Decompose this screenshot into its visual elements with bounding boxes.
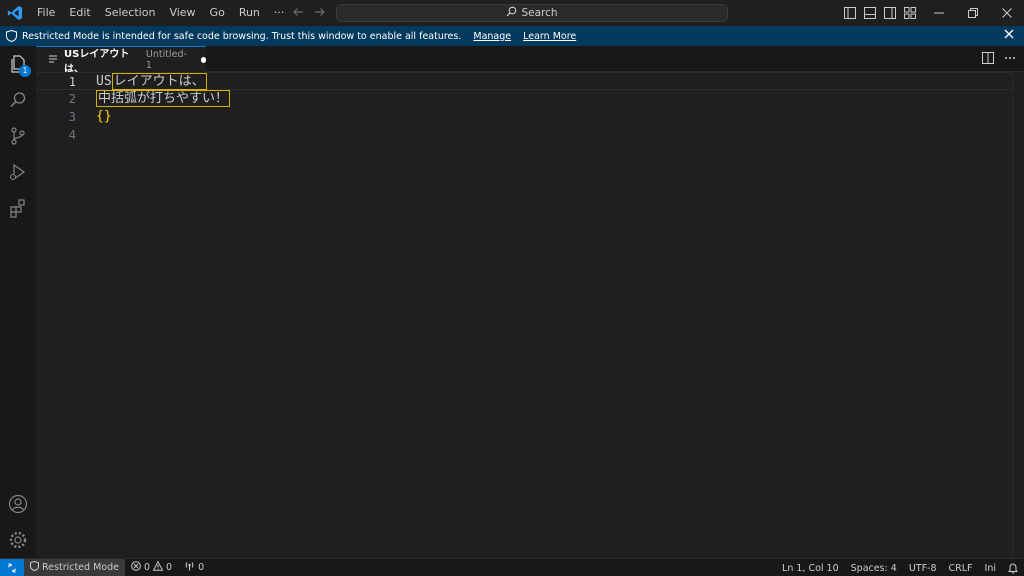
- customize-layout-icon[interactable]: [902, 5, 918, 21]
- line-number: 1: [68, 75, 76, 89]
- close-banner-icon[interactable]: [1004, 29, 1014, 42]
- manage-link[interactable]: Manage: [473, 31, 511, 42]
- minimize-icon[interactable]: [922, 0, 956, 26]
- code-editor[interactable]: 1 US レイアウトは、 2 中括弧が打ちやすい！ 3 {} 4: [36, 72, 1024, 558]
- forward-arrow-icon[interactable]: [314, 6, 326, 21]
- problems-status[interactable]: 0 0: [125, 559, 178, 576]
- menu-more[interactable]: ···: [267, 0, 292, 26]
- title-bar: File Edit Selection View Go Run ··· Sear…: [0, 0, 1024, 26]
- editor-tab[interactable]: USレイアウトは、 Untitled-1: [36, 46, 206, 75]
- vertical-scrollbar[interactable]: [1012, 72, 1024, 558]
- editor-line[interactable]: 1 US レイアウトは、: [36, 72, 1012, 90]
- menu-selection[interactable]: Selection: [98, 0, 163, 26]
- menu-view[interactable]: View: [162, 0, 202, 26]
- editor-line[interactable]: 2 中括弧が打ちやすい！: [36, 90, 1012, 108]
- explorer-badge: 1: [19, 65, 31, 77]
- toggle-primary-sidebar-icon[interactable]: [842, 5, 858, 21]
- editor-line[interactable]: 4: [36, 126, 1012, 144]
- editor-tab-bar: USレイアウトは、 Untitled-1: [36, 46, 1024, 75]
- notifications-bell-icon[interactable]: [1002, 559, 1024, 576]
- menu-file[interactable]: File: [30, 0, 62, 26]
- menu-edit[interactable]: Edit: [62, 0, 97, 26]
- shield-icon: [0, 30, 22, 42]
- status-bar-right: Ln 1, Col 10 Spaces: 4 UTF-8 CRLF Ini: [776, 559, 1024, 576]
- activity-bar: 1: [0, 46, 36, 558]
- error-icon: [131, 561, 141, 574]
- file-lines-icon: [48, 53, 58, 67]
- cursor-position[interactable]: Ln 1, Col 10: [776, 559, 845, 576]
- line-number: 3: [68, 110, 76, 124]
- learn-more-link[interactable]: Learn More: [523, 31, 576, 42]
- back-arrow-icon[interactable]: [292, 6, 304, 21]
- restore-icon[interactable]: [956, 0, 990, 26]
- warning-count: 0: [166, 562, 173, 573]
- menu-go[interactable]: Go: [203, 0, 232, 26]
- restricted-mode-label: Restricted Mode: [42, 562, 119, 573]
- search-icon: [506, 6, 517, 20]
- line-content: US レイアウトは、: [96, 73, 207, 91]
- error-count: 0: [143, 562, 151, 573]
- line-number: 2: [68, 92, 76, 106]
- tab-description: Untitled-1: [145, 48, 187, 71]
- remote-indicator-icon[interactable]: [0, 558, 24, 576]
- search-label: Search: [521, 7, 558, 19]
- end-of-line[interactable]: CRLF: [943, 559, 979, 576]
- layout-controls: [842, 0, 918, 26]
- menu-run[interactable]: Run: [232, 0, 267, 26]
- brace-text: {}: [96, 109, 112, 124]
- editor-line[interactable]: 3 {}: [36, 108, 1012, 126]
- command-center-search[interactable]: Search: [336, 4, 728, 22]
- language-mode[interactable]: Ini: [979, 559, 1002, 576]
- account-icon[interactable]: [6, 492, 30, 516]
- unicode-highlight: レイアウトは、: [111, 73, 207, 90]
- explorer-icon[interactable]: 1: [6, 52, 31, 77]
- line-number: 4: [68, 128, 76, 142]
- extensions-icon[interactable]: [6, 196, 30, 220]
- warning-icon: [152, 560, 164, 574]
- window-controls: [922, 0, 1024, 26]
- ports-status[interactable]: 0: [178, 559, 210, 576]
- editor-actions: [982, 46, 1016, 72]
- search-view-icon[interactable]: [6, 88, 30, 112]
- encoding[interactable]: UTF-8: [903, 559, 943, 576]
- close-window-icon[interactable]: [990, 0, 1024, 26]
- unsaved-dot-icon[interactable]: [200, 56, 206, 63]
- indentation[interactable]: Spaces: 4: [845, 559, 903, 576]
- toggle-panel-icon[interactable]: [862, 5, 878, 21]
- line-content: 中括弧が打ちやすい！: [96, 90, 231, 108]
- tab-title: USレイアウトは、: [64, 48, 130, 75]
- shield-icon: [30, 560, 39, 574]
- split-editor-icon[interactable]: [982, 51, 994, 67]
- unicode-highlight: 中括弧が打ちやすい！: [96, 90, 231, 107]
- source-control-icon[interactable]: [6, 124, 30, 148]
- menu-bar: File Edit Selection View Go Run ···: [30, 0, 291, 26]
- more-actions-icon[interactable]: [1004, 52, 1016, 67]
- broadcast-icon: [184, 561, 195, 574]
- status-bar: Restricted Mode 0 0 0 Ln 1, Col 10 Space…: [0, 558, 1024, 576]
- toggle-secondary-sidebar-icon[interactable]: [882, 5, 898, 21]
- banner-message: Restricted Mode is intended for safe cod…: [22, 30, 462, 42]
- ports-count: 0: [198, 562, 205, 573]
- run-and-debug-icon[interactable]: [6, 160, 30, 184]
- settings-gear-icon[interactable]: [6, 528, 30, 552]
- restricted-mode-status[interactable]: Restricted Mode: [24, 558, 125, 576]
- restricted-mode-banner: Restricted Mode is intended for safe cod…: [0, 26, 1024, 46]
- vscode-logo-icon: [0, 0, 30, 26]
- navigation-arrows: [292, 0, 326, 26]
- plain-text: US: [96, 74, 112, 89]
